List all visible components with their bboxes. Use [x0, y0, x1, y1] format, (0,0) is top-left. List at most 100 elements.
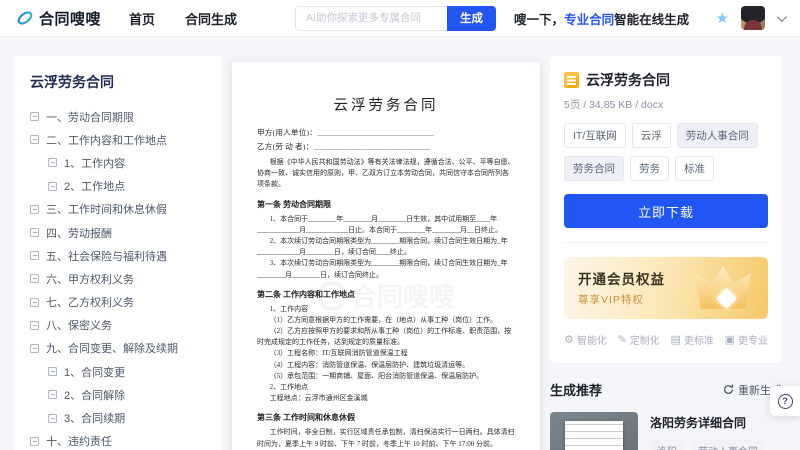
toc-item[interactable]: 2、工作地点 [30, 175, 212, 198]
toc-label: 2、合同解除 [64, 387, 125, 403]
collapse-icon[interactable] [30, 298, 39, 307]
feature-list: ⚙智能化✎定制化▤更标准▣更专业 [564, 332, 768, 347]
toc-item[interactable]: 1、工作内容 [30, 151, 212, 174]
collapse-icon[interactable] [30, 135, 39, 144]
doc-meta: 5页 / 34.85 KB / docx [564, 97, 768, 112]
divider [564, 242, 768, 243]
toc-label: 二、工作内容和工作地点 [46, 132, 167, 148]
download-button[interactable]: 立即下载 [564, 194, 768, 228]
recommend-tag[interactable]: 洛阳 [650, 440, 684, 450]
help-floating-button[interactable]: ? [770, 386, 800, 416]
feature-item-0: ⚙智能化 [564, 332, 607, 347]
document-preamble: 根据《中华人民共和国劳动法》等有关法律法规，遵循合法、公平、平等自愿、协商一致、… [257, 157, 515, 191]
toc-item[interactable]: 六、甲方权利义务 [30, 267, 212, 290]
collapse-icon[interactable] [30, 251, 39, 260]
party-a-line: 甲方(用人单位)：＿＿＿＿＿＿＿＿＿＿＿＿＿＿＿ [257, 127, 515, 138]
toc-item[interactable]: 八、保密义务 [30, 314, 212, 337]
nav-link-0[interactable]: 首页 [129, 9, 155, 28]
chevron-down-icon[interactable] [777, 12, 787, 22]
toc-label: 2、工作地点 [64, 178, 125, 194]
toc-label: 八、保密义务 [46, 317, 112, 333]
doc-tag[interactable]: IT/互联网 [564, 123, 626, 148]
collapse-icon[interactable] [48, 182, 57, 191]
feature-label: 更标准 [684, 332, 714, 347]
vip-banner[interactable]: 开通会员权益 尊享VIP特权 [564, 257, 768, 319]
collapse-icon[interactable] [30, 228, 39, 237]
toc-item[interactable]: 五、社会保险与福利待遇 [30, 244, 212, 267]
collapse-icon[interactable] [30, 344, 39, 353]
doc-section-heading: 第二条 工作内容和工作地点 [257, 289, 515, 300]
toc-item[interactable]: 九、合同变更、解除及续期 [30, 337, 212, 360]
collapse-icon[interactable] [30, 437, 39, 446]
toc-label: 1、工作内容 [64, 155, 125, 171]
tagline-prefix: 嗖一下， [514, 13, 564, 27]
recommend-card-title: 洛阳劳务详细合同 [650, 414, 782, 431]
right-column: 云浮劳务合同 5页 / 34.85 KB / docx IT/互联网云浮劳动人事… [550, 56, 782, 450]
feature-icon: ✎ [618, 333, 627, 346]
doc-paragraph: 2、工作地点 [257, 382, 515, 393]
doc-paragraph: （5）承包范围：一期商铺、屋面、阳台消防管道保温、保温层防护。 [257, 371, 515, 382]
feature-icon: ▤ [670, 333, 680, 346]
collapse-icon[interactable] [30, 205, 39, 214]
feature-icon: ▣ [725, 333, 735, 346]
recommend-tag[interactable]: 劳动人事合同 [691, 440, 765, 450]
doc-section: 第三条 工作时间和休息休假工作时间，非全日制，实行区域责任承包制，清扫保洁实行一… [257, 412, 515, 449]
doc-tag[interactable]: 劳动人事合同 [677, 123, 758, 148]
toc-item[interactable]: 1、合同变更 [30, 360, 212, 383]
collapse-icon[interactable] [48, 158, 57, 167]
toc-item[interactable]: 二、工作内容和工作地点 [30, 128, 212, 151]
party-b-line: 乙方(劳 动 者)：＿＿＿＿＿＿＿＿＿＿＿＿＿＿＿ [257, 141, 515, 152]
collapse-icon[interactable] [48, 390, 57, 399]
help-icon: ? [778, 394, 793, 409]
toc-title: 云浮劳务合同 [30, 72, 212, 92]
tagline-suffix: 智能在线生成 [614, 13, 689, 27]
docx-file-icon [564, 72, 579, 88]
panel-doc-title: 云浮劳务合同 [586, 70, 670, 90]
search-bar: 生成 [295, 6, 496, 31]
doc-section-heading: 第三条 工作时间和休息休假 [257, 412, 515, 423]
nav-links: 首页 合同生成 [129, 9, 237, 28]
recommend-header: 生成推荐 重新生成 [550, 380, 782, 399]
collapse-icon[interactable] [30, 112, 39, 121]
collapse-icon[interactable] [30, 274, 39, 283]
doc-paragraph: 工作时间，非全日制，实行区域责任承包制，清扫保洁实行一日两扫。具体清扫时间为，夏… [257, 427, 515, 449]
doc-paragraph: 2、本次续订劳动合同期限类型为________期限合同，续订合同生效日期为_年_… [257, 236, 515, 258]
collapse-icon[interactable] [48, 367, 57, 376]
collapse-icon[interactable] [30, 321, 39, 330]
main-content: 云浮劳务合同 一、劳动合同期限二、工作内容和工作地点1、工作内容2、工作地点三、… [0, 36, 800, 450]
toc-item[interactable]: 2、合同解除 [30, 383, 212, 406]
toc-item[interactable]: 七、乙方权利义务 [30, 291, 212, 314]
toc-item[interactable]: 四、劳动报酬 [30, 221, 212, 244]
generate-button[interactable]: 生成 [447, 6, 496, 31]
doc-tag[interactable]: 云浮 [632, 123, 671, 148]
site-tagline: 嗖一下，专业合同智能在线生成 [514, 9, 689, 28]
doc-tag[interactable]: 标准 [675, 156, 714, 181]
doc-tag[interactable]: 劳务 [630, 156, 669, 181]
feature-label: 智能化 [577, 332, 607, 347]
search-input[interactable] [295, 6, 447, 31]
user-avatar[interactable] [741, 6, 765, 30]
toc-item[interactable]: 一、劳动合同期限 [30, 105, 212, 128]
doc-paragraph: （3）工程名称：IT/互联网消防管道保温工程 [257, 348, 515, 359]
favorite-star-icon[interactable]: ★ [716, 9, 729, 27]
doc-tag[interactable]: 劳务合同 [564, 156, 624, 181]
doc-section: 第一条 劳动合同期限1、本合同于________年________月______… [257, 199, 515, 281]
toc-item[interactable]: 三、工作时间和休息休假 [30, 198, 212, 221]
feature-item-3: ▣更专业 [725, 332, 768, 347]
doc-section-heading: 第一条 劳动合同期限 [257, 199, 515, 210]
doc-section: 第二条 工作内容和工作地点1、工作内容（1）乙方同意根据甲方的工作需要，在（地点… [257, 289, 515, 405]
doc-paragraph: （1）乙方同意根据甲方的工作需要，在（地点）从事工种（岗位）工作。 [257, 315, 515, 326]
doc-paragraph: 工程地点：云浮市通州区金溪城 [257, 393, 515, 404]
recommend-card[interactable]: 洛阳劳务详细合同 洛阳劳动人事合同劳务合同劳务详细 [550, 412, 782, 450]
panel-header: 云浮劳务合同 [564, 70, 768, 90]
toc-item[interactable]: 3、合同续期 [30, 406, 212, 429]
app-logo[interactable]: 合同嗖嗖 [16, 8, 101, 29]
top-navbar: 合同嗖嗖 首页 合同生成 生成 嗖一下，专业合同智能在线生成 ★ [0, 0, 800, 36]
collapse-icon[interactable] [48, 414, 57, 423]
toc-label: 3、合同续期 [64, 410, 125, 426]
recommend-tag-list: 洛阳劳动人事合同劳务合同劳务详细 [650, 440, 782, 450]
toc-label: 1、合同变更 [64, 364, 125, 380]
nav-link-1[interactable]: 合同生成 [185, 9, 237, 28]
document-page[interactable]: 合同嗖嗖 合同嗖嗖 云浮劳务合同 甲方(用人单位)：＿＿＿＿＿＿＿＿＿＿＿＿＿＿… [232, 62, 540, 450]
toc-item[interactable]: 十、违约责任 [30, 430, 212, 450]
